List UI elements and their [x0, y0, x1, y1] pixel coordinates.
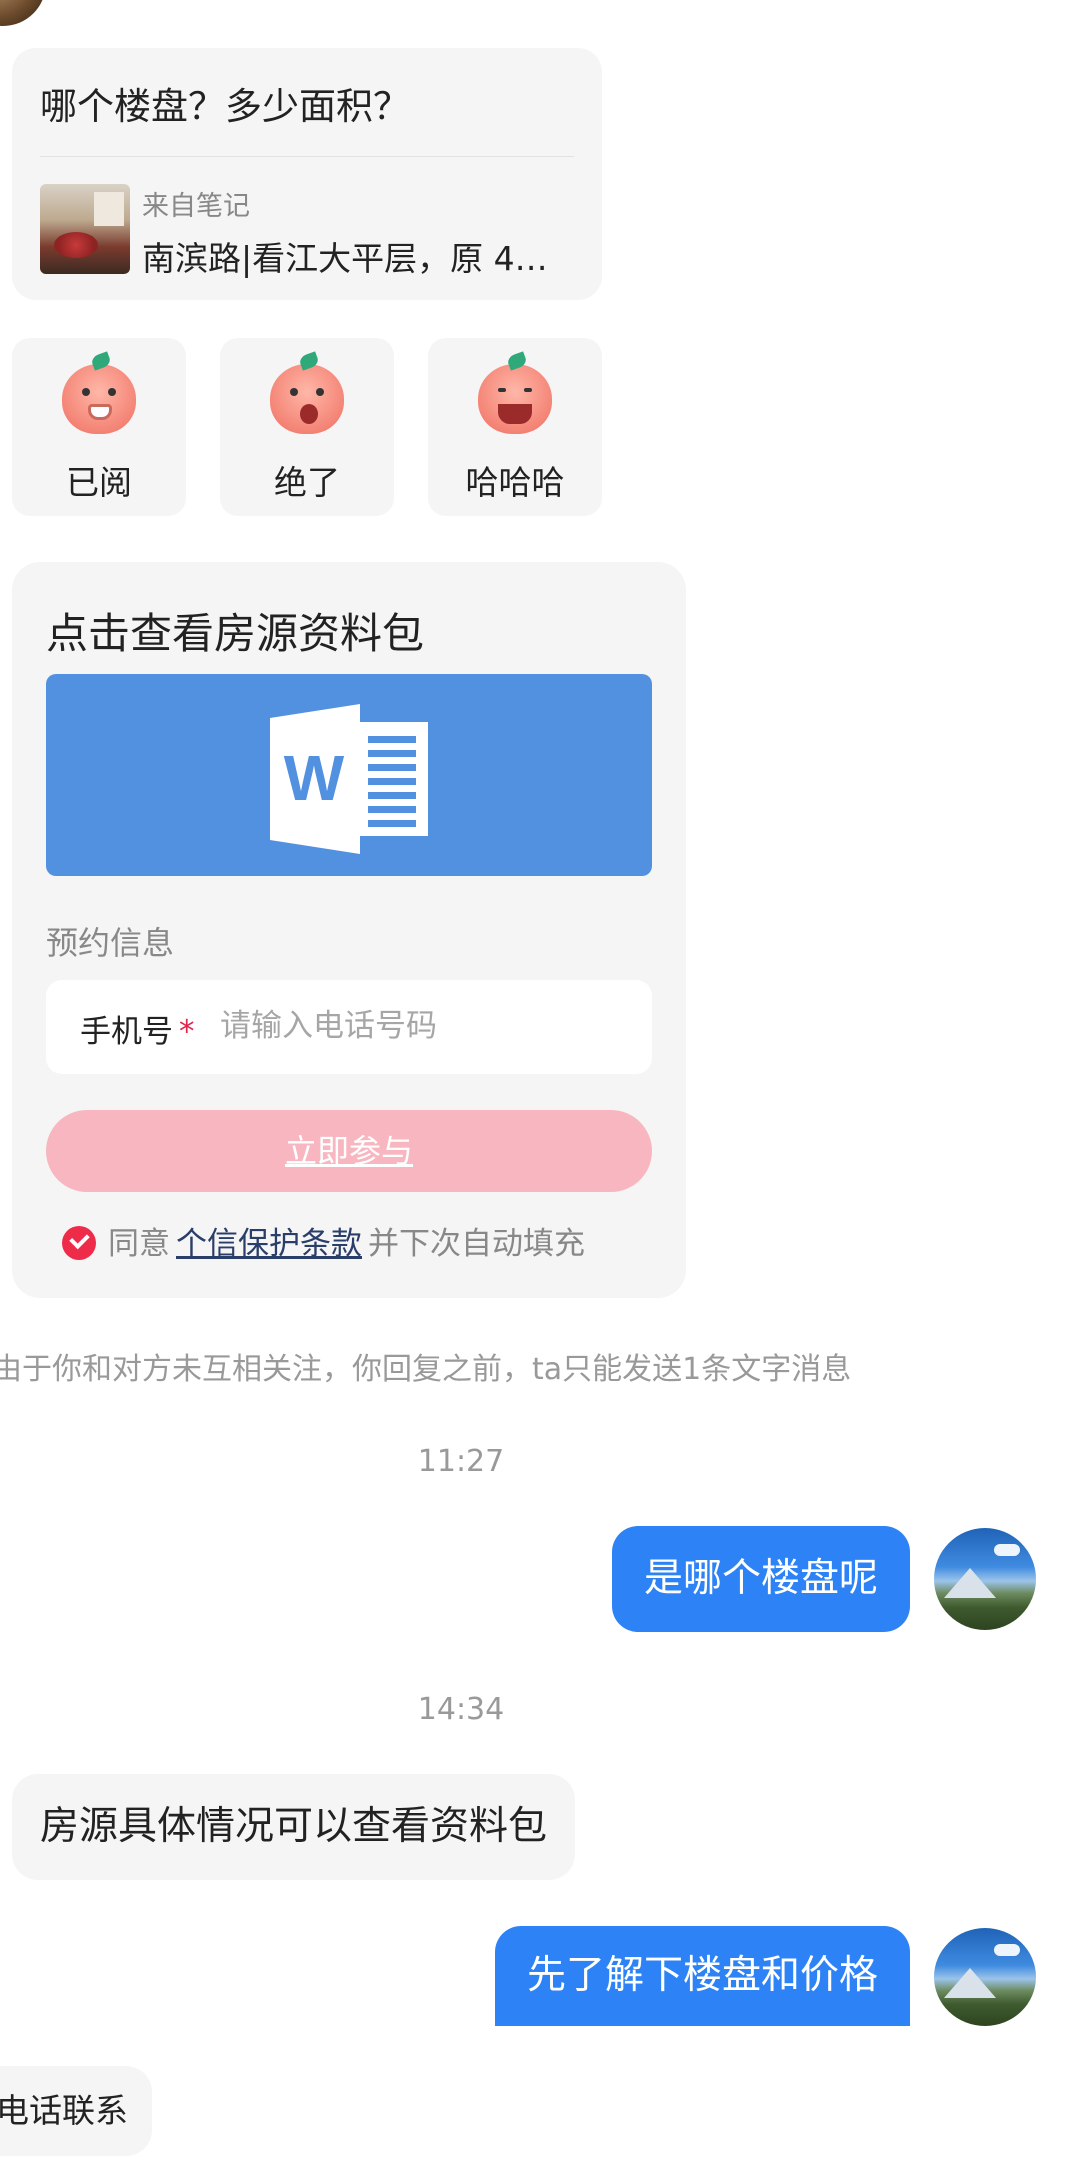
outgoing-message[interactable]: 是哪个楼盘呢	[611, 1526, 910, 1632]
agree-suffix: 并下次自动填充	[368, 1226, 585, 1262]
sticker-label: 绝了	[274, 463, 340, 502]
quote-cut-text: ……………………	[38, 42, 230, 58]
system-tip: 由于你和对方未互相关注，你回复之前，ta只能发送1条文字消息	[0, 1352, 852, 1387]
agree-prefix: 同意	[108, 1226, 170, 1262]
sender-avatar[interactable]	[0, 0, 46, 26]
eye-icon	[108, 388, 116, 396]
privacy-terms-link[interactable]: 个信保护条款	[176, 1226, 362, 1262]
svg-text:W: W	[284, 742, 345, 814]
eye-icon	[498, 388, 506, 392]
sticker-haha[interactable]: 哈哈哈	[428, 338, 602, 516]
leaf-icon	[298, 351, 320, 371]
divider	[40, 156, 574, 157]
laughing-peach-sticker-icon	[478, 351, 552, 434]
thumbnail-window	[94, 192, 124, 226]
mouth-icon	[498, 404, 532, 424]
leaf-icon	[506, 351, 528, 371]
leaf-icon	[90, 351, 112, 371]
incoming-message[interactable]: 电话联系	[0, 2066, 152, 2156]
card-title: 点击查看房源资料包	[46, 609, 425, 658]
cup-icon	[88, 404, 112, 420]
required-mark: *	[179, 1014, 195, 1050]
checkbox-checked-icon[interactable]	[62, 1225, 96, 1260]
sticker-awesome[interactable]: 绝了	[220, 338, 394, 516]
eye-icon	[316, 388, 324, 396]
sticker-read[interactable]: 已阅	[12, 338, 186, 516]
outgoing-message[interactable]: 先了解下楼盘和价格	[494, 1926, 910, 2026]
phone-label-text: 手机号	[80, 1014, 173, 1050]
sticker-label: 已阅	[66, 463, 132, 502]
sticker-label: 哈哈哈	[465, 463, 565, 502]
avatar-mountain	[944, 1968, 996, 1998]
property-docs-card: 点击查看房源资料包 W 预约信息 手机号* 立即	[12, 562, 686, 1298]
word-document-icon: W	[270, 704, 428, 854]
note-title[interactable]: 南滨路|看江大平层，原 4…	[142, 232, 582, 280]
mouth-icon	[300, 404, 318, 424]
avatar-cloud	[994, 1944, 1020, 1956]
note-source-label: 来自笔记	[142, 191, 250, 222]
thumbs-up-peach-sticker-icon	[270, 351, 344, 434]
phone-label: 手机号 *	[80, 1006, 195, 1051]
thumbnail-flowers	[54, 232, 98, 258]
quoted-note-card[interactable]: …………………… 哪个楼盘？多少面积？ 来自笔记 南滨路|看江大平层，原 4…	[12, 42, 602, 300]
join-now-button[interactable]: 立即参与	[46, 1110, 652, 1192]
note-thumbnail[interactable]	[40, 184, 130, 274]
quote-question: 哪个楼盘？多少面积？	[40, 85, 410, 128]
avatar-cloud	[994, 1544, 1020, 1556]
my-avatar[interactable]	[934, 1528, 1036, 1630]
phone-input[interactable]	[220, 998, 620, 1054]
drinking-peach-sticker-icon	[62, 351, 136, 434]
eye-icon	[290, 388, 298, 396]
docs-banner[interactable]: W	[46, 674, 652, 876]
phone-field[interactable]: 手机号 *	[46, 980, 652, 1074]
timestamp: 14:34	[417, 1692, 505, 1727]
consent-row: 同意 个信保护条款 并下次自动填充	[62, 1218, 585, 1262]
appointment-label: 预约信息	[46, 924, 175, 962]
timestamp: 11:27	[417, 1444, 505, 1479]
avatar-mountain	[944, 1568, 996, 1598]
incoming-message[interactable]: 房源具体情况可以查看资料包	[12, 1774, 576, 1880]
my-avatar[interactable]	[934, 1928, 1036, 2026]
chat-page: …………………… 哪个楼盘？多少面积？ 来自笔记 南滨路|看江大平层，原 4… …	[0, 0, 1080, 2162]
eye-icon	[524, 388, 532, 392]
eye-icon	[82, 388, 90, 396]
